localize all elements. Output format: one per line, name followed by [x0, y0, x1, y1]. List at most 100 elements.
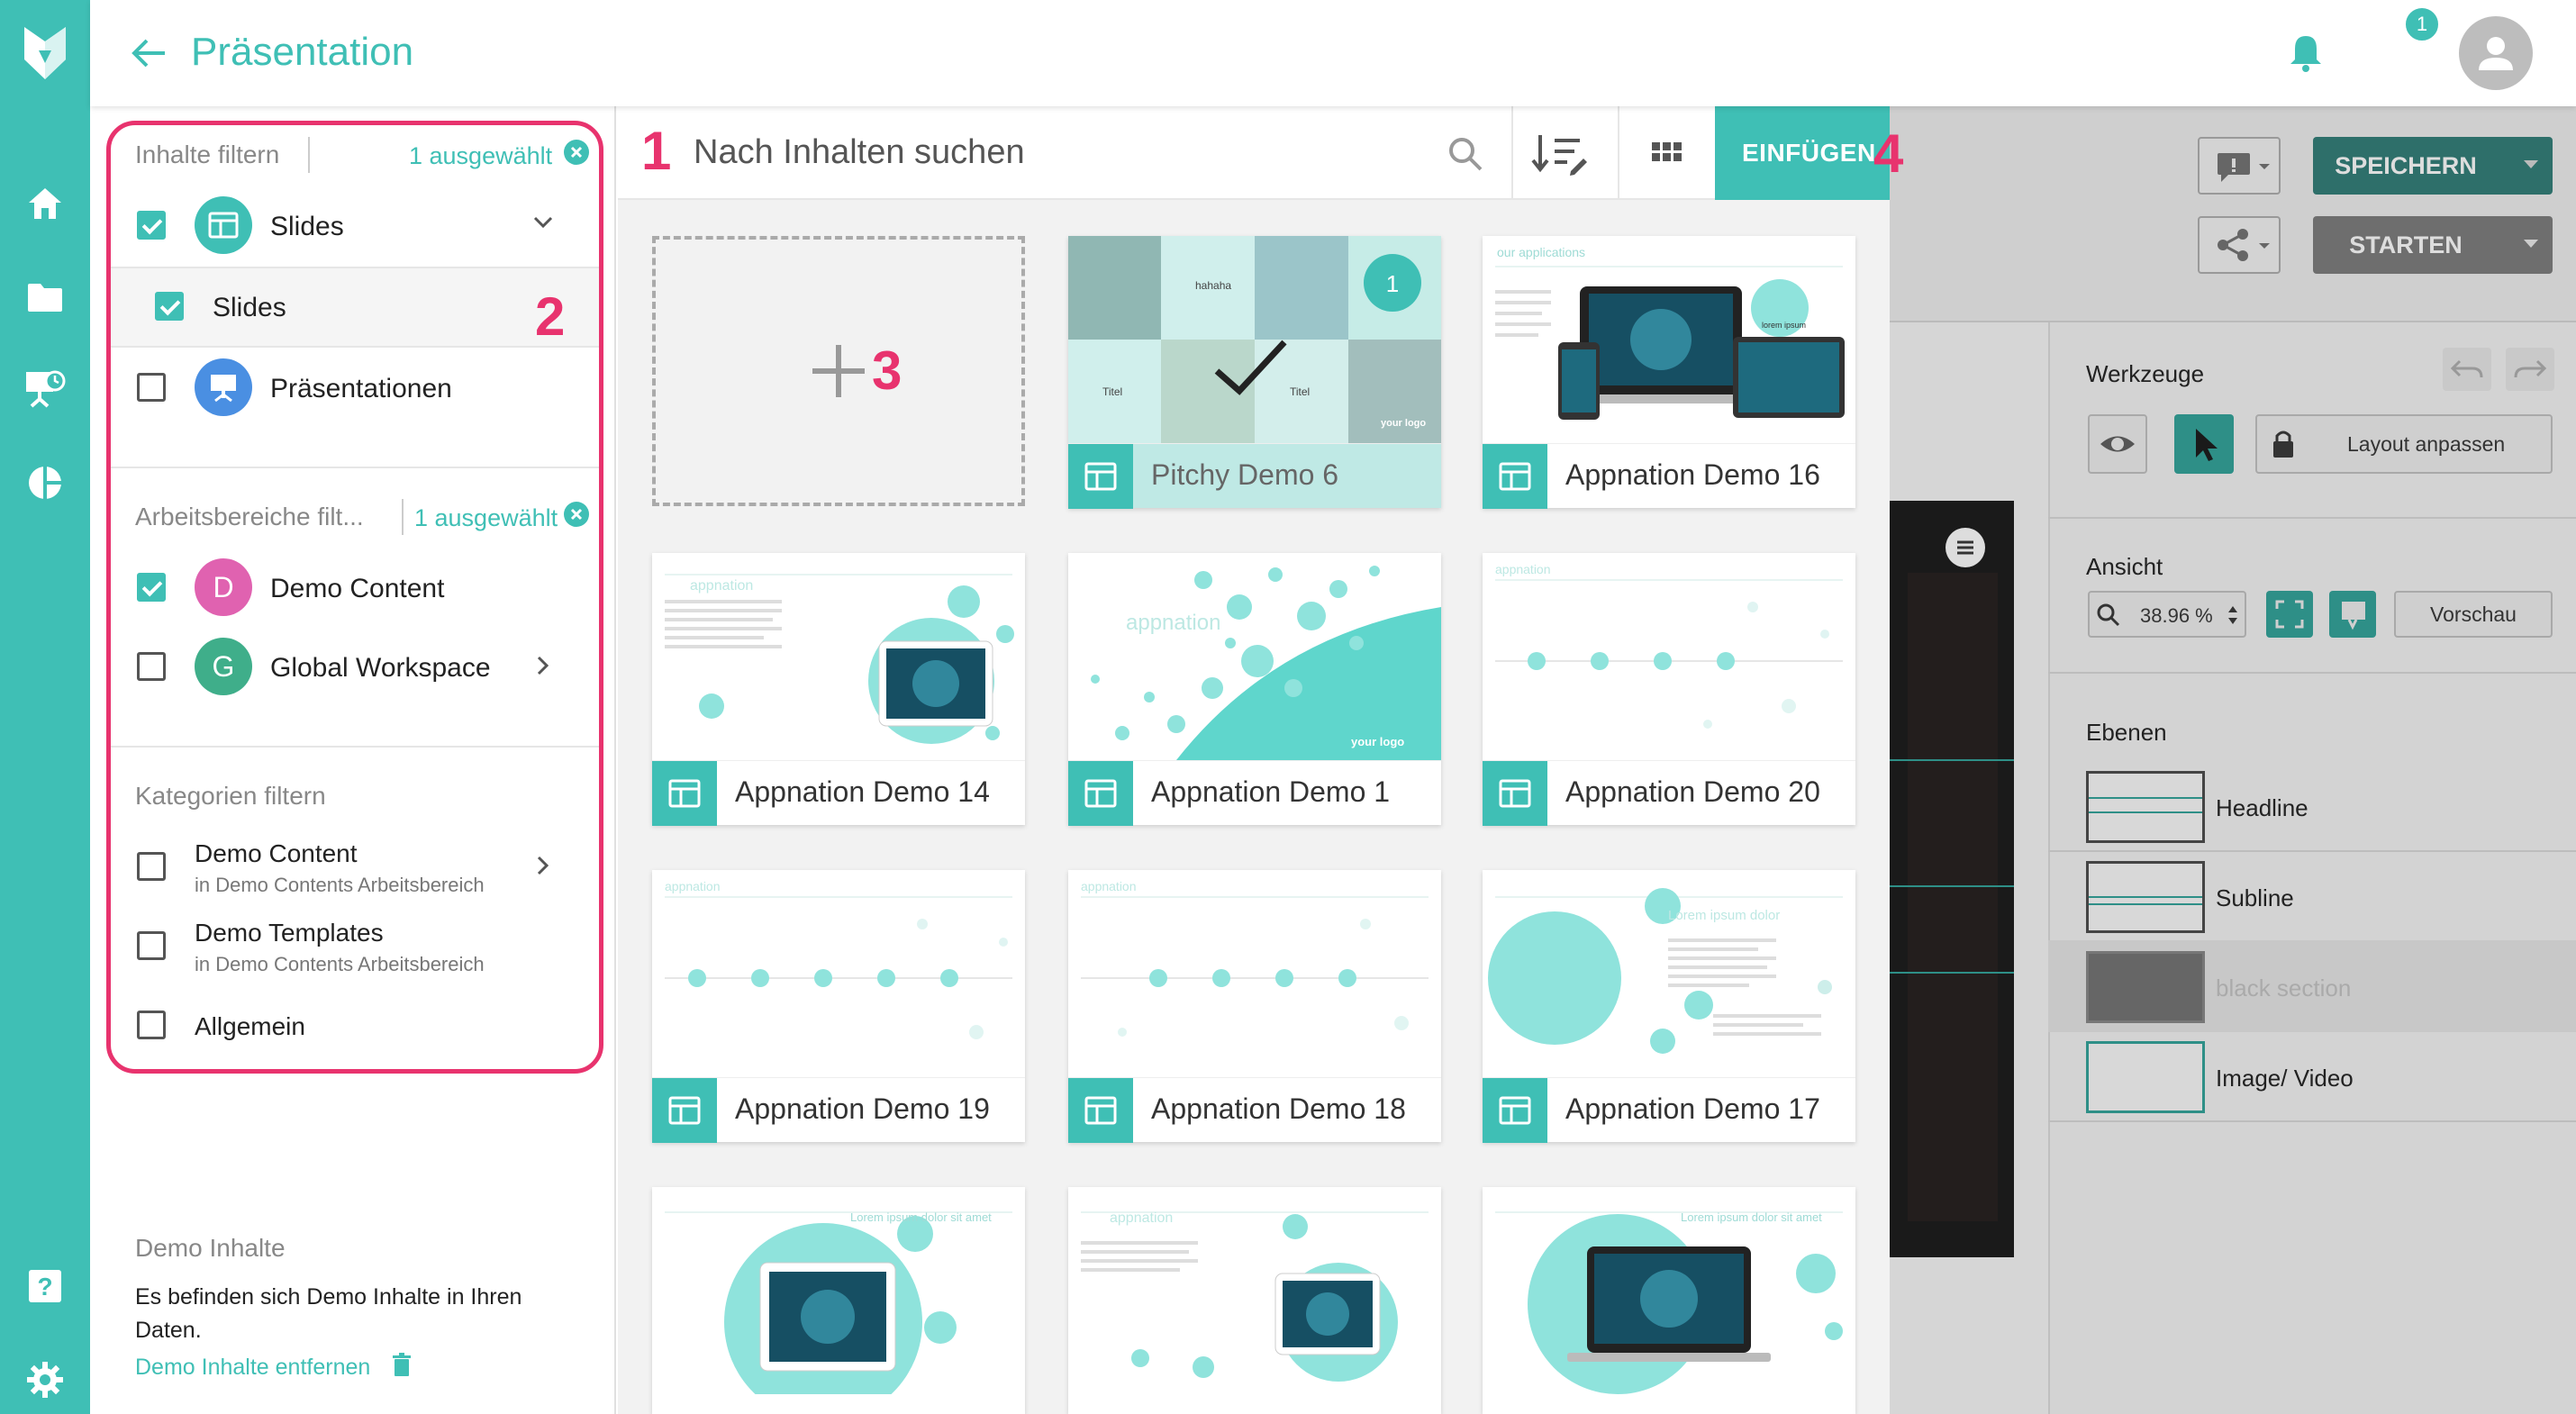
select-cursor-button[interactable]: [2174, 414, 2234, 474]
layer-thumb[interactable]: [2086, 1041, 2205, 1113]
card-thumbnail: hahaha Titel Titel your logo 1: [1068, 236, 1441, 443]
separator: [308, 137, 310, 173]
remove-demo-content-link[interactable]: Demo Inhalte entfernen: [135, 1355, 370, 1381]
zoom-value: 38.96 %: [2140, 604, 2213, 627]
user-avatar-icon[interactable]: [2459, 16, 2533, 90]
logo-icon[interactable]: [0, 0, 90, 106]
present-mode-button[interactable]: [2329, 591, 2376, 638]
content-card-appnation-demo-17[interactable]: Lorem ipsum dolor Appnation Demo 17: [1483, 870, 1855, 1143]
preview-eye-button[interactable]: [2088, 414, 2147, 474]
redo-icon[interactable]: [2506, 348, 2554, 391]
layer-thumb[interactable]: [2086, 861, 2205, 933]
layout-adjust-label: Layout anpassen: [2347, 432, 2506, 456]
analytics-pie-icon[interactable]: [0, 447, 90, 519]
help-icon[interactable]: ?: [0, 1250, 90, 1322]
divider: [2048, 517, 2576, 519]
layer-headline[interactable]: Headline: [2216, 794, 2308, 822]
layer-image-video[interactable]: Image/ Video: [2216, 1065, 2354, 1092]
demo-content-workspace-checkbox[interactable]: [137, 573, 166, 602]
settings-gear-icon[interactable]: [0, 1344, 90, 1414]
presentations-label[interactable]: Präsentationen: [270, 374, 452, 404]
card-footer: Appnation Demo 17: [1483, 1077, 1855, 1143]
presentation-icon: [195, 358, 252, 416]
back-arrow-icon[interactable]: [126, 32, 171, 74]
trash-icon[interactable]: [391, 1353, 413, 1378]
canvas-menu-icon[interactable]: [1946, 528, 1985, 567]
category-demo-templates-sub: in Demo Contents Arbeitsbereich: [195, 953, 485, 975]
divider: [2048, 672, 2576, 674]
content-card-appnation-demo-14[interactable]: appnation Appnation Demo 14: [652, 553, 1025, 826]
content-card-appnation-demo-1[interactable]: appnation your logo Appnation Demo 1: [1068, 553, 1441, 826]
sort-icon[interactable]: [1531, 131, 1591, 177]
thumb-text: appnation: [690, 578, 754, 594]
workspace-avatar-d: D: [195, 558, 252, 616]
search-input[interactable]: Nach Inhalten suchen: [694, 133, 1025, 172]
category-allgemein-checkbox[interactable]: [137, 1011, 166, 1039]
layout-adjust-button[interactable]: Layout anpassen: [2255, 414, 2553, 474]
presentations-checkbox[interactable]: [137, 373, 166, 402]
content-card-appnation-demo-20[interactable]: appnation Appnation Demo 20: [1483, 553, 1855, 826]
slides-sub-label[interactable]: Slides: [213, 293, 286, 323]
content-card-appnation-demo-16[interactable]: our applications lorem ipsum Appnation D…: [1483, 236, 1855, 509]
start-button[interactable]: STARTEN: [2313, 216, 2553, 274]
workspace-filter-selected-count[interactable]: 1 ausgewählt: [414, 504, 558, 532]
category-demo-content-label[interactable]: Demo Content: [195, 839, 358, 868]
insert-button[interactable]: EINFÜGEN: [1715, 106, 1890, 200]
share-button[interactable]: [2198, 216, 2281, 274]
layer-thumb[interactable]: [2086, 951, 2205, 1023]
undo-icon[interactable]: [2443, 348, 2491, 391]
slides-label[interactable]: Slides: [270, 212, 344, 242]
category-demo-templates-checkbox[interactable]: [137, 931, 166, 960]
chevron-down-icon[interactable]: [2524, 160, 2538, 168]
card-thumbnail: appnation: [652, 870, 1025, 1077]
save-button[interactable]: SPEICHERN: [2313, 137, 2553, 195]
content-card[interactable]: Lorem ipsum dolor sit amet: [652, 1187, 1025, 1414]
chevron-down-icon[interactable]: [2524, 240, 2538, 248]
chevron-right-icon[interactable]: [530, 652, 557, 679]
content-card-appnation-demo-19[interactable]: appnation Appnation Demo 19: [652, 870, 1025, 1143]
notification-bell-icon[interactable]: [2279, 25, 2333, 79]
presentation-time-icon[interactable]: [0, 353, 90, 425]
fit-screen-button[interactable]: [2266, 591, 2313, 638]
home-icon[interactable]: [0, 168, 90, 240]
content-card[interactable]: Lorem ipsum dolor sit amet: [1483, 1187, 1855, 1414]
preview-button[interactable]: Vorschau: [2394, 591, 2553, 638]
preview-label: Vorschau: [2430, 602, 2517, 626]
slides-sub-checkbox[interactable]: [155, 292, 184, 321]
category-demo-templates-label[interactable]: Demo Templates: [195, 919, 384, 947]
view-title: Ansicht: [2086, 553, 2163, 580]
global-workspace-label[interactable]: Global Workspace: [270, 653, 491, 684]
save-button-label: SPEICHERN: [2335, 151, 2477, 179]
grid-view-icon[interactable]: [1648, 135, 1686, 173]
add-new-content-button[interactable]: [652, 236, 1025, 506]
global-workspace-checkbox[interactable]: [137, 652, 166, 681]
card-thumbnail: appnation: [1068, 1187, 1441, 1394]
thumb-text: appnation: [1126, 611, 1221, 635]
zoom-input[interactable]: 38.96 %: [2088, 591, 2246, 638]
category-allgemein-label[interactable]: Allgemein: [195, 1012, 305, 1041]
chevron-right-icon[interactable]: [530, 852, 557, 879]
comment-button[interactable]: [2198, 137, 2281, 195]
card-title: Appnation Demo 16: [1565, 458, 1820, 491]
demo-content-workspace-label[interactable]: Demo Content: [270, 574, 444, 604]
folder-icon[interactable]: [0, 261, 90, 333]
clear-content-filter-icon[interactable]: [564, 140, 589, 165]
separator: [402, 499, 404, 535]
content-card-pitchy-demo-6[interactable]: hahaha Titel Titel your logo 1 Pitchy De…: [1068, 236, 1441, 509]
content-card[interactable]: appnation: [1068, 1187, 1441, 1414]
search-icon[interactable]: [1445, 133, 1486, 175]
annotation-4: 4: [1873, 123, 1904, 184]
layer-subline[interactable]: Subline: [2216, 884, 2294, 912]
slide-canvas[interactable]: [1890, 501, 2014, 1257]
content-card-appnation-demo-18[interactable]: appnation Appnation Demo 18: [1068, 870, 1441, 1143]
card-thumbnail: appnation: [1483, 553, 1855, 760]
category-demo-content-sub: in Demo Contents Arbeitsbereich: [195, 874, 485, 896]
chevron-down-icon[interactable]: [530, 209, 557, 236]
content-filter-selected-count[interactable]: 1 ausgewählt: [409, 142, 552, 170]
card-footer: Appnation Demo 14: [652, 760, 1025, 826]
clear-workspace-filter-icon[interactable]: [564, 502, 589, 527]
category-demo-content-checkbox[interactable]: [137, 852, 166, 881]
layer-thumb[interactable]: [2086, 771, 2205, 843]
layer-black-section[interactable]: black section: [2216, 974, 2351, 1002]
slides-checkbox[interactable]: [137, 211, 166, 240]
